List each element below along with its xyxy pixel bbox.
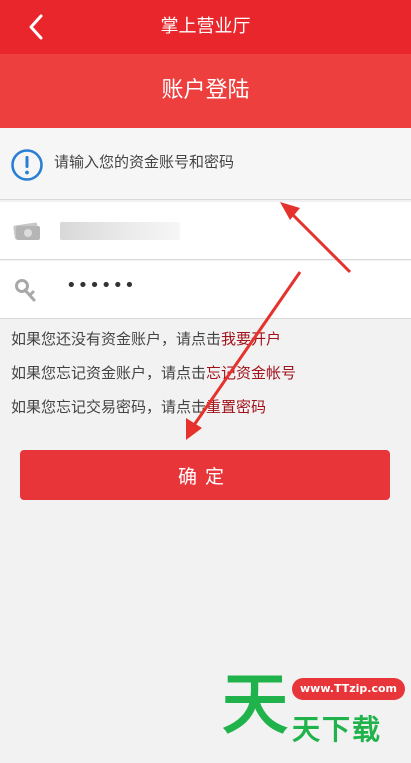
reset-password-link[interactable]: 重置密码 xyxy=(206,398,266,416)
link-prefix: 如果您忘记交易密码，请点击 xyxy=(11,398,207,416)
link-prefix: 如果您还没有资金账户，请点击 xyxy=(11,330,222,348)
account-field[interactable] xyxy=(0,202,411,260)
forgot-account-link[interactable]: 忘记资金帐号 xyxy=(206,364,296,382)
forgot-account-line: 如果您忘记资金账户，请点击忘记资金帐号 xyxy=(11,356,296,390)
nav-title: 掌上营业厅 xyxy=(160,16,251,37)
info-icon xyxy=(11,149,43,181)
money-icon xyxy=(13,222,40,240)
reset-password-line: 如果您忘记交易密码，请点击重置密码 xyxy=(11,390,266,424)
watermark-text: 天下载 xyxy=(292,713,383,746)
password-field[interactable]: •••••• xyxy=(0,261,411,319)
open-account-link[interactable]: 我要开户 xyxy=(221,330,281,348)
hint-text: 请输入您的资金账号和密码 xyxy=(54,153,235,171)
site-watermark: 天 www.TTzip.com 天下载 xyxy=(220,666,405,750)
page-title: 账户登陆 xyxy=(0,54,411,128)
link-prefix: 如果您忘记资金账户，请点击 xyxy=(11,364,207,382)
key-icon xyxy=(15,279,36,302)
password-input[interactable] xyxy=(62,271,382,309)
watermark-url: www.TTzip.com xyxy=(292,678,405,700)
watermark-glyph: 天 xyxy=(222,666,288,743)
account-input[interactable] xyxy=(62,212,382,250)
confirm-button[interactable]: 确定 xyxy=(20,450,390,500)
open-account-line: 如果您还没有资金账户，请点击我要开户 xyxy=(11,322,281,356)
nav-bar: 掌上营业厅 xyxy=(0,0,411,54)
hint-row: 请输入您的资金账号和密码 xyxy=(0,128,411,200)
